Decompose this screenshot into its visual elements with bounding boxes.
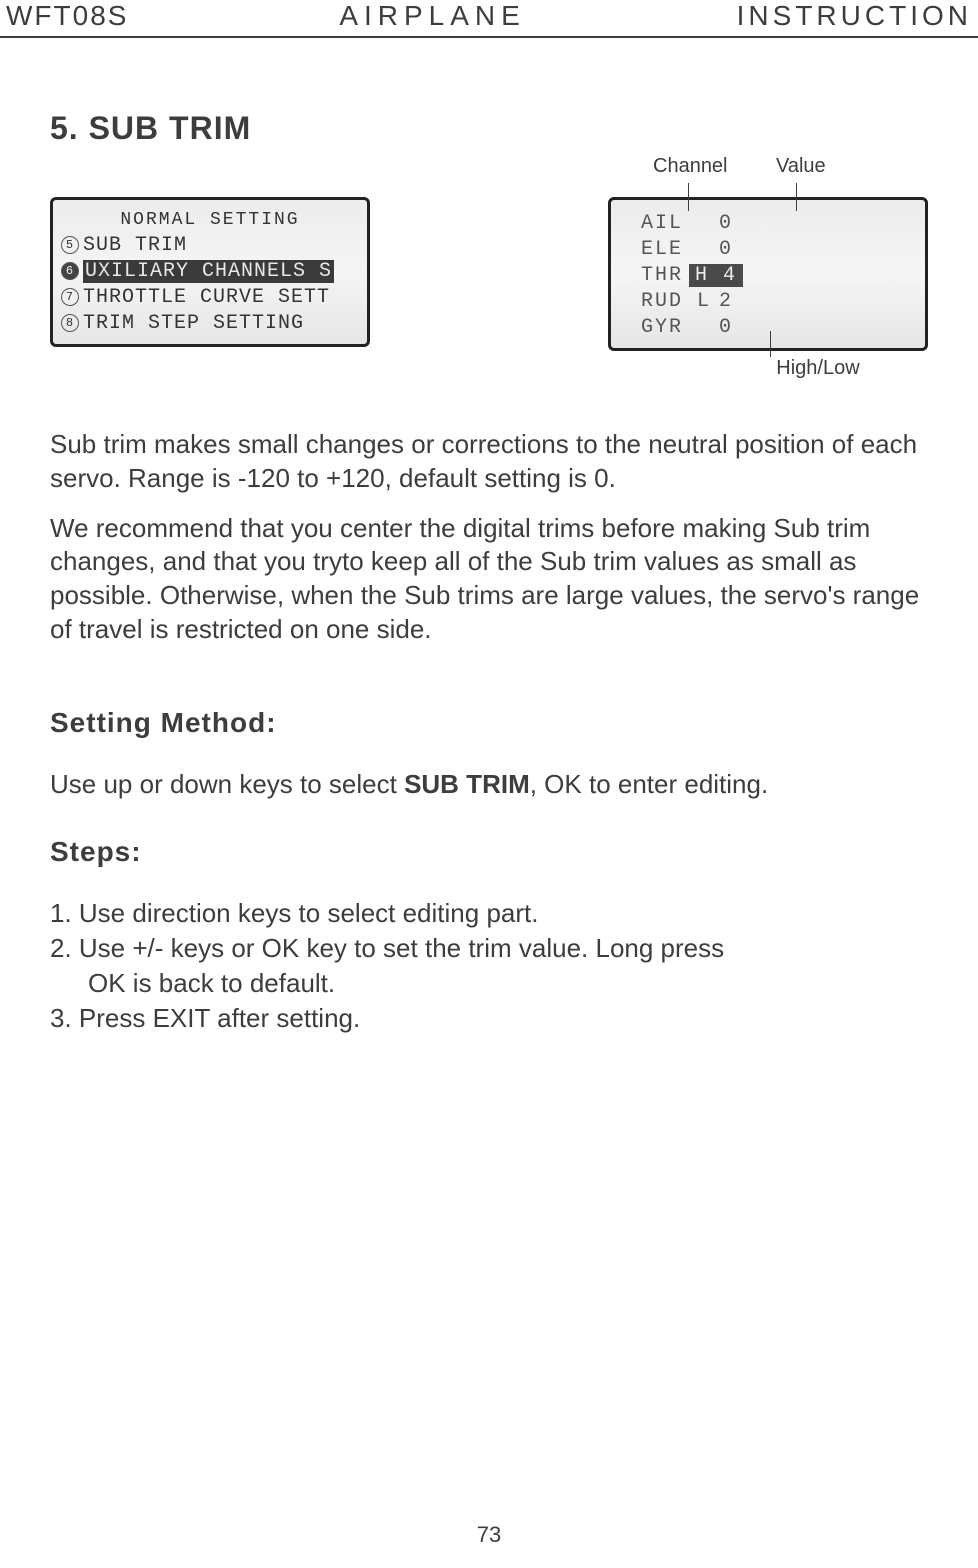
menu-item-label: THROTTLE CURVE SETT <box>83 286 330 309</box>
header-model: WFT08S <box>6 0 128 32</box>
callout-highlow-wrap: High/Low <box>608 357 928 380</box>
screenshots-row: NORMAL SETTING 5 SUB TRIM 6 UXILIARY CHA… <box>50 197 928 380</box>
menu-item-label: SUB TRIM <box>83 234 187 257</box>
channel-name: ELE <box>619 238 689 261</box>
step-item: 1. Use direction keys to select editing … <box>50 896 928 931</box>
lcd-right-wrap: Channel Value AIL 0 ELE 0 <box>608 197 928 380</box>
menu-item-label: TRIM STEP SETTING <box>83 312 304 335</box>
callout-value: Value <box>776 155 826 178</box>
lcd-menu-item: 7 THROTTLE CURVE SETT <box>61 284 359 310</box>
highlow-value-selected: H 4 <box>689 264 743 287</box>
callout-highlow: High/Low <box>776 357 859 379</box>
highlow-indicator: L <box>689 290 719 313</box>
channel-name: AIL <box>619 212 689 235</box>
callout-line-icon <box>688 183 689 211</box>
text-post: , OK to enter editing. <box>530 769 768 799</box>
menu-item-label: UXILIARY CHANNELS S <box>83 260 334 283</box>
lcd-right-screen: AIL 0 ELE 0 THR H 4 RUD <box>608 197 928 351</box>
callout-channel: Channel <box>653 155 728 178</box>
lcd-left-title: NORMAL SETTING <box>61 210 359 230</box>
lcd-menu-item: 5 SUB TRIM <box>61 232 359 258</box>
subtrim-row: AIL 0 <box>619 210 917 236</box>
description-paragraph-2: We recommend that you center the digital… <box>50 512 928 647</box>
page-number: 73 <box>0 1522 978 1548</box>
lcd-left-screen: NORMAL SETTING 5 SUB TRIM 6 UXILIARY CHA… <box>50 197 370 347</box>
trim-value: 0 <box>719 238 769 261</box>
channel-name: GYR <box>619 316 689 339</box>
page-header: WFT08S AIRPLANE INSTRUCTION <box>0 0 978 38</box>
subtrim-row-selected: THR H 4 <box>619 262 917 288</box>
description-paragraph-1: Sub trim makes small changes or correcti… <box>50 428 928 496</box>
steps-heading: Steps: <box>50 836 928 868</box>
callout-line-icon <box>770 331 771 357</box>
menu-number-icon: 5 <box>61 236 79 254</box>
channel-name: RUD <box>619 290 689 313</box>
header-doc-type: INSTRUCTION <box>737 0 972 32</box>
subtrim-row: RUD L 2 <box>619 288 917 314</box>
text-pre: Use up or down keys to select <box>50 769 404 799</box>
page-content: 5. SUB TRIM NORMAL SETTING 5 SUB TRIM 6 … <box>0 110 978 1036</box>
setting-method-text: Use up or down keys to select SUB TRIM, … <box>50 767 928 802</box>
setting-method-heading: Setting Method: <box>50 707 928 739</box>
trim-value: 2 <box>719 290 769 313</box>
header-mode: AIRPLANE <box>339 0 526 32</box>
menu-number-icon: 7 <box>61 288 79 306</box>
section-title: 5. SUB TRIM <box>50 110 928 147</box>
subtrim-row: GYR 0 <box>619 314 917 340</box>
step-item: 2. Use +/- keys or OK key to set the tri… <box>50 931 928 966</box>
menu-number-icon: 8 <box>61 314 79 332</box>
menu-number-icon: 6 <box>61 262 79 280</box>
subtrim-row: ELE 0 <box>619 236 917 262</box>
callout-line-icon <box>796 183 797 211</box>
channel-name: THR <box>619 264 689 287</box>
text-bold: SUB TRIM <box>404 769 530 799</box>
steps-list: 1. Use direction keys to select editing … <box>50 896 928 1036</box>
lcd-menu-item-selected: 6 UXILIARY CHANNELS S <box>61 258 359 284</box>
lcd-left-wrap: NORMAL SETTING 5 SUB TRIM 6 UXILIARY CHA… <box>50 197 370 347</box>
trim-value: 0 <box>719 212 769 235</box>
lcd-menu-item: 8 TRIM STEP SETTING <box>61 310 359 336</box>
step-item-continuation: OK is back to default. <box>50 966 928 1001</box>
step-item: 3. Press EXIT after setting. <box>50 1001 928 1036</box>
trim-value: 0 <box>719 316 769 339</box>
